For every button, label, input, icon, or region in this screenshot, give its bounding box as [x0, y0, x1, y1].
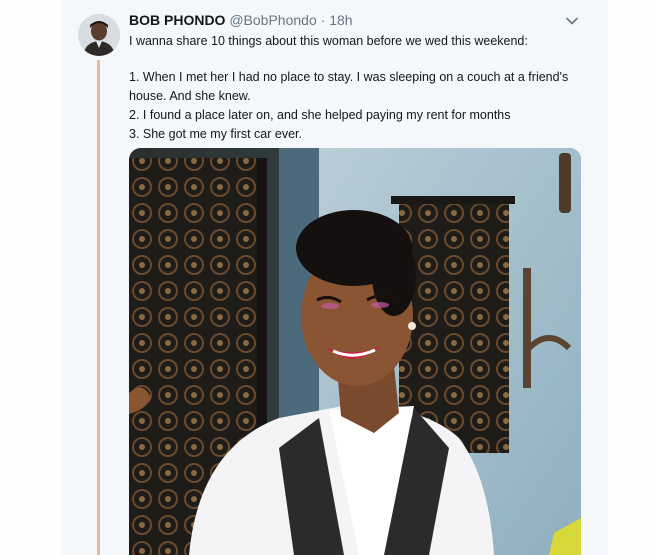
tweet-header: BOB PHONDO @BobPhondo · 18h [129, 11, 353, 29]
chevron-down-icon[interactable] [565, 14, 579, 28]
avatar[interactable] [78, 14, 120, 56]
tweet-text-intro: I wanna share 10 things about this woman… [129, 34, 528, 48]
time-separator: · [320, 12, 326, 28]
tweet-photo[interactable] [129, 148, 581, 555]
author-handle[interactable]: @BobPhondo [229, 12, 316, 28]
tweet-text-item-2: 2. I found a place later on, and she hel… [129, 108, 511, 122]
author-name[interactable]: BOB PHONDO [129, 12, 225, 28]
page-right-margin [608, 0, 652, 555]
tweet-card[interactable]: BOB PHONDO @BobPhondo · 18h I wanna shar… [62, 0, 608, 555]
tweet-text-item-3: 3. She got me my first car ever. [129, 127, 302, 141]
tweet-timestamp[interactable]: 18h [329, 12, 352, 28]
thread-connector-line [97, 60, 100, 555]
tweet-text: I wanna share 10 things about this woman… [129, 32, 589, 144]
page-left-margin [0, 0, 62, 555]
tweet-text-item-1: 1. When I met her I had no place to stay… [129, 70, 569, 103]
